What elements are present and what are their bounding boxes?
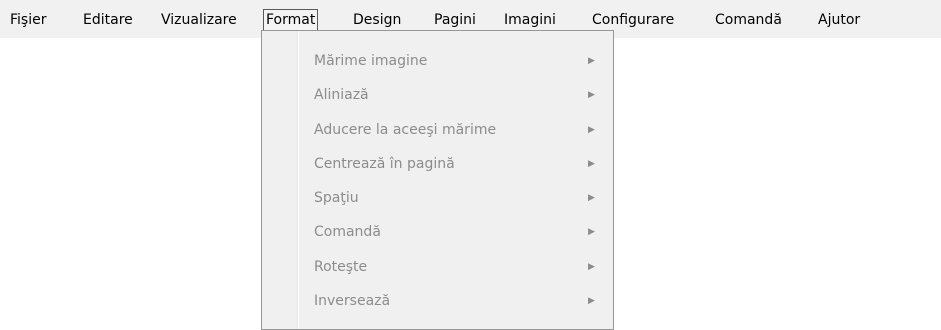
menu-item-label: Centrează în pagină [314,156,455,172]
menu-item-pagini[interactable]: Pagini [434,10,476,30]
submenu-arrow-icon: ▶ [588,296,595,306]
menu-item-label: Roteşte [314,259,368,275]
menu-item-inverseaza[interactable]: Inversează ▶ [262,286,613,316]
menu-item-editare[interactable]: Editare [83,10,133,30]
submenu-arrow-icon: ▶ [588,125,595,135]
menu-item-aducere-la-aceeasi-marime[interactable]: Aducere la aceeşi mărime ▶ [262,115,613,145]
menu-item-centreaza-in-pagina[interactable]: Centrează în pagină ▶ [262,149,613,179]
menu-item-vizualizare[interactable]: Vizualizare [161,10,237,30]
menu-item-format[interactable]: Format [263,9,319,31]
menu-item-configurare[interactable]: Configurare [592,10,674,30]
format-dropdown-menu: Mărime imagine ▶ Aliniază ▶ Aducere la a… [261,30,614,330]
menu-item-label: Spaţiu [314,190,359,206]
submenu-arrow-icon: ▶ [588,227,595,237]
submenu-arrow-icon: ▶ [588,90,595,100]
menu-item-marime-imagine[interactable]: Mărime imagine ▶ [262,46,613,76]
menu-item-aliniaza[interactable]: Aliniază ▶ [262,80,613,110]
submenu-arrow-icon: ▶ [588,193,595,203]
submenu-arrow-icon: ▶ [588,56,595,66]
menu-item-ajutor[interactable]: Ajutor [818,10,860,30]
menu-item-fisier[interactable]: Fişier [10,10,46,30]
menu-item-design[interactable]: Design [353,10,401,30]
menu-item-spatiu[interactable]: Spaţiu ▶ [262,183,613,213]
menu-item-label: Aducere la aceeşi mărime [314,122,497,138]
menu-item-imagini[interactable]: Imagini [504,10,556,30]
menu-item-label: Mărime imagine [314,53,428,69]
menu-item-label: Inversează [314,293,391,309]
menu-item-label: Comandă [314,224,381,240]
menu-item-comanda-format[interactable]: Comandă ▶ [262,217,613,247]
menu-item-roteste[interactable]: Roteşte ▶ [262,252,613,282]
submenu-arrow-icon: ▶ [588,262,595,272]
menu-item-label: Aliniază [314,87,369,103]
submenu-arrow-icon: ▶ [588,159,595,169]
menu-item-comanda[interactable]: Comandă [715,10,782,30]
